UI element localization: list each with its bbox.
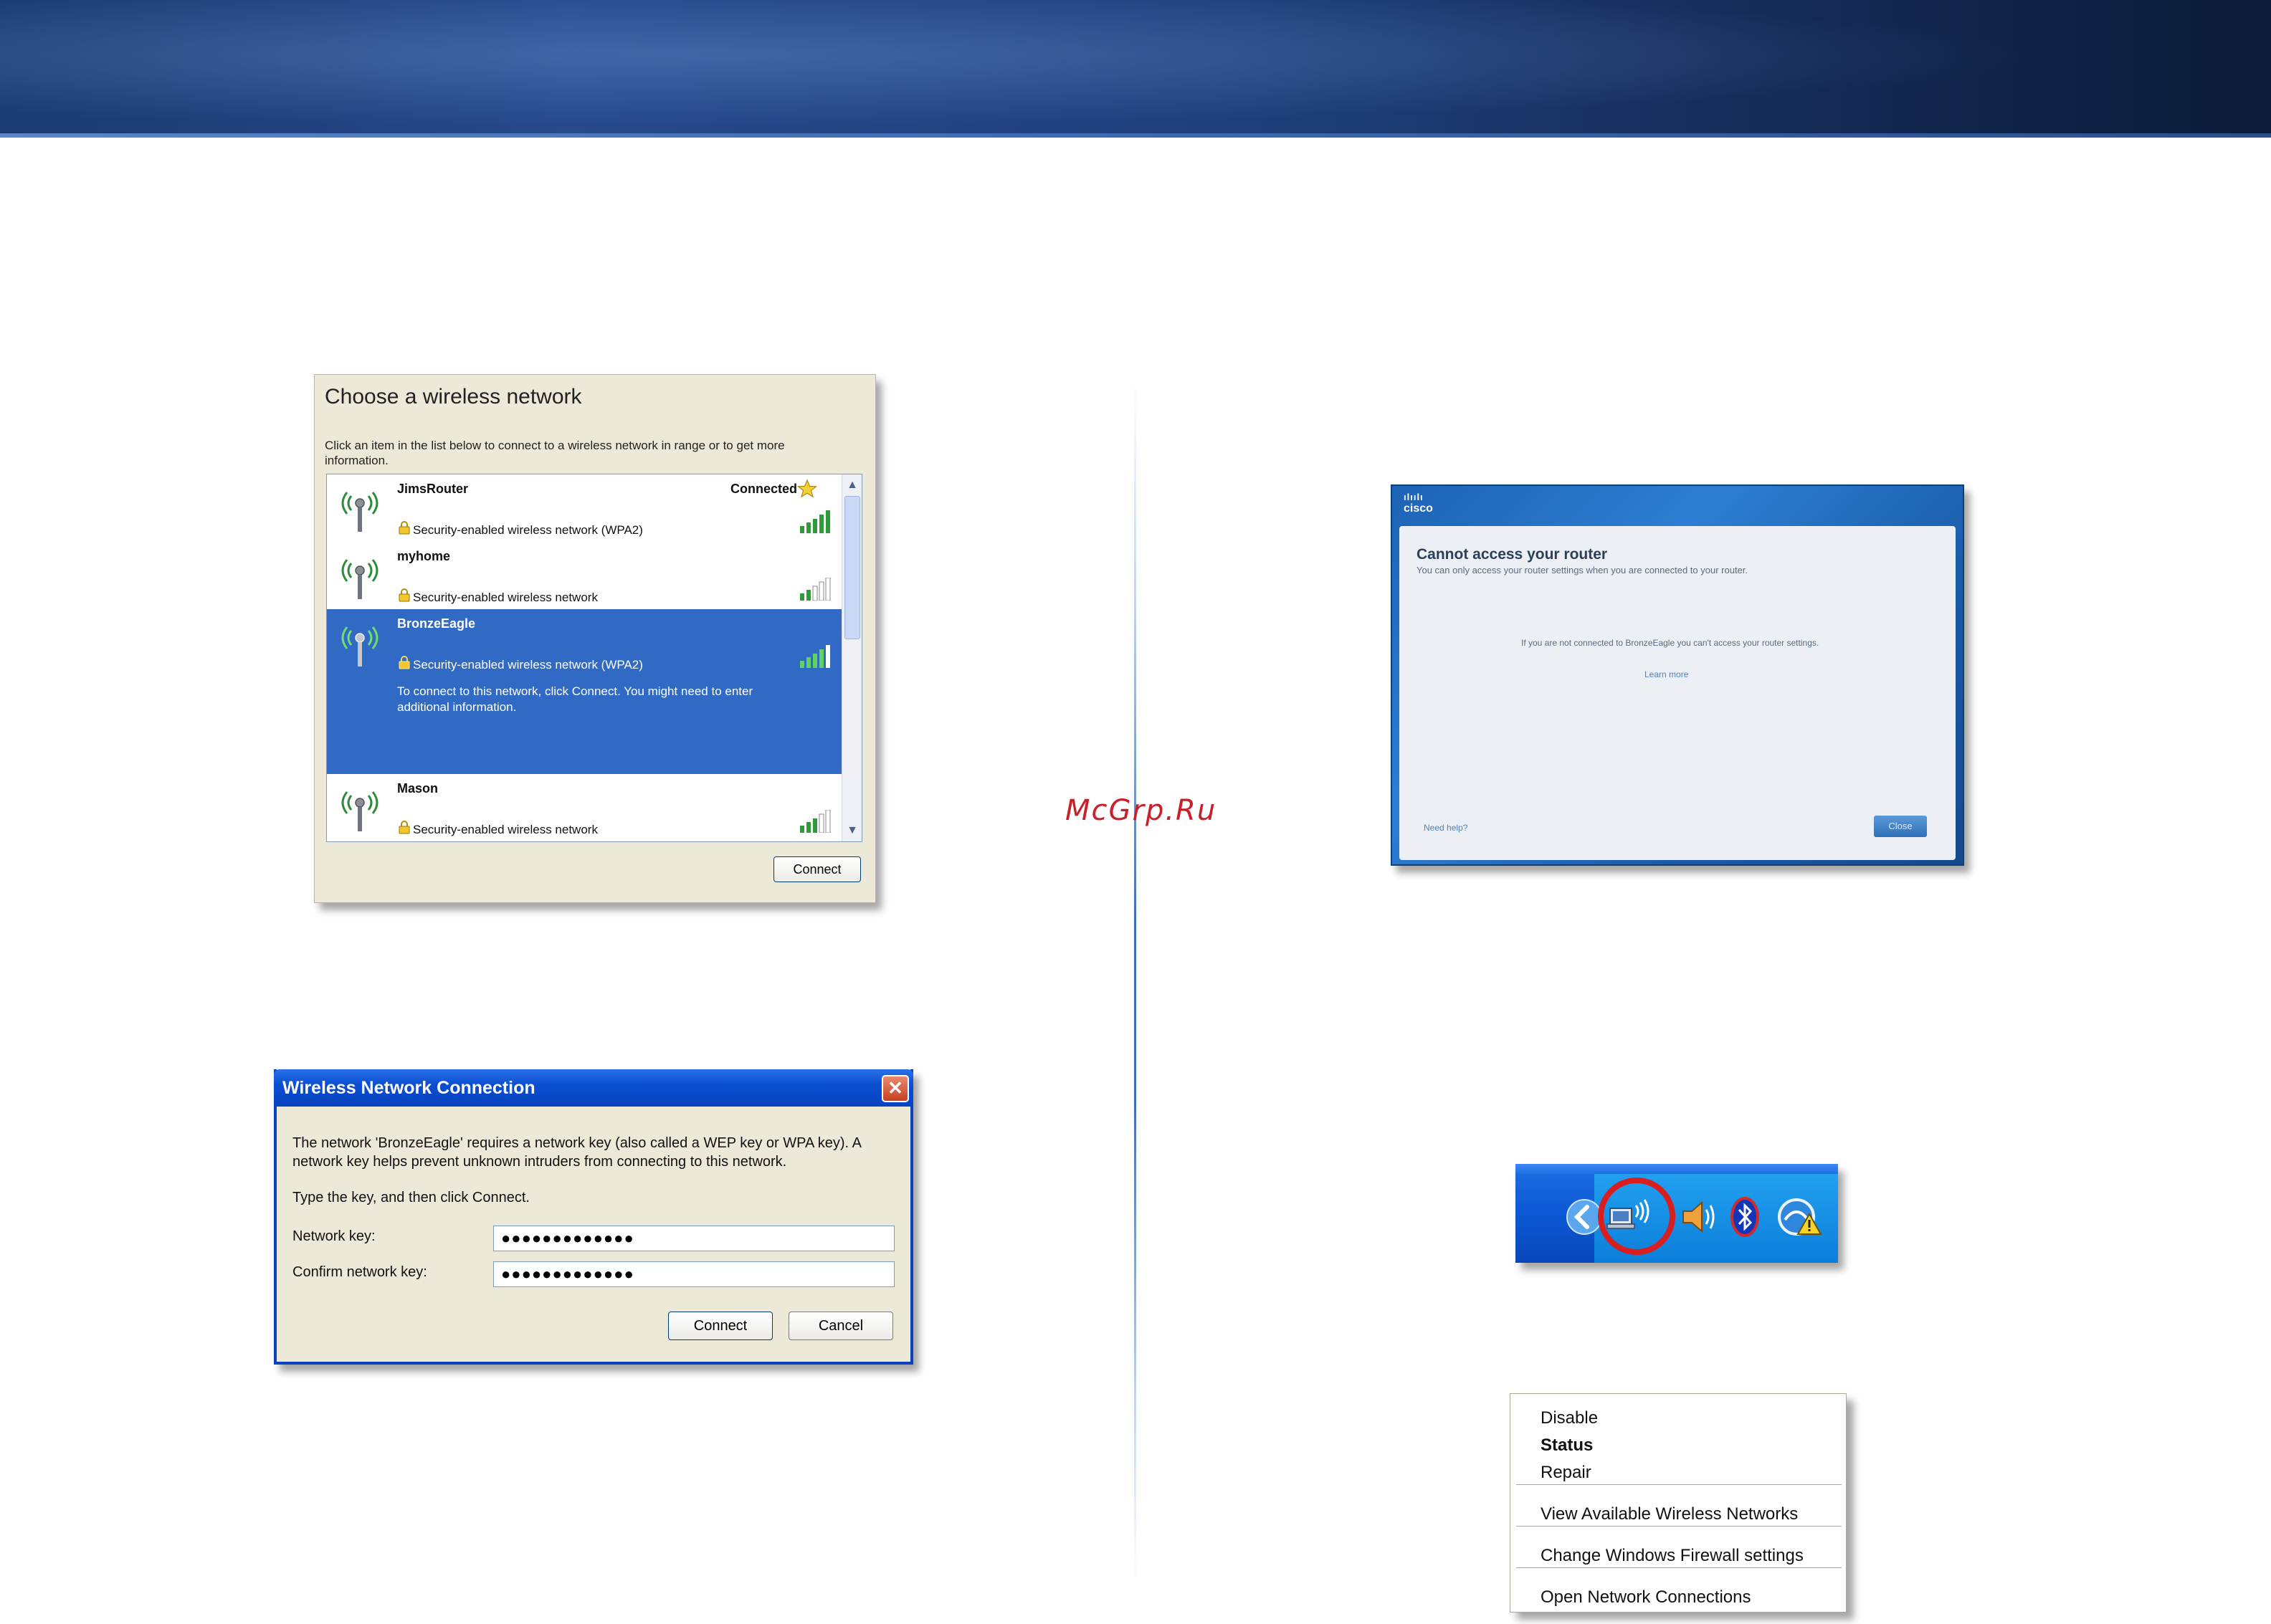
- security-label: Security-enabled wireless network: [413, 591, 598, 604]
- signal-strength-icon: [800, 645, 830, 668]
- content-panel: [1399, 526, 1956, 860]
- scroll-down-icon[interactable]: ▼: [845, 823, 860, 839]
- window-title: Choose a wireless network: [325, 385, 582, 409]
- error-heading: Cannot access your router: [1417, 546, 1608, 563]
- security-alert-icon[interactable]: [1775, 1195, 1825, 1238]
- tray-context-menu: Disable Status Repair View Available Wir…: [1510, 1393, 1847, 1613]
- network-key-input[interactable]: ●●●●●●●●●●●●●: [493, 1226, 895, 1251]
- dialog-message: The network 'BronzeEagle' requires a net…: [292, 1135, 861, 1170]
- star-icon: [797, 479, 817, 498]
- menu-separator: [1516, 1567, 1842, 1569]
- lock-icon: [399, 656, 410, 669]
- lock-icon: [399, 588, 410, 602]
- menu-item-disable[interactable]: Disable: [1541, 1408, 1598, 1428]
- menu-separator: [1516, 1484, 1842, 1486]
- menu-item-change-firewall-settings[interactable]: Change Windows Firewall settings: [1541, 1546, 1804, 1566]
- need-help-link[interactable]: Need help?: [1424, 823, 1467, 833]
- cisco-logo: ılıılı cisco: [1404, 492, 1433, 515]
- watermark: McGrp.Ru: [1065, 794, 1217, 827]
- dialog-title-bar: Wireless Network Connection ✕: [274, 1069, 913, 1107]
- signal-strength-icon: [800, 810, 831, 833]
- menu-separator: [1516, 1526, 1842, 1527]
- network-item[interactable]: Mason Security-enabled wireless network: [327, 774, 842, 841]
- network-item-selected[interactable]: BronzeEagle Security-enabled wireless ne…: [327, 609, 842, 774]
- close-button[interactable]: Close: [1874, 816, 1927, 837]
- connect-button[interactable]: Connect: [773, 856, 861, 882]
- network-item[interactable]: myhome Security-enabled wireless network: [327, 542, 842, 609]
- menu-item-repair[interactable]: Repair: [1541, 1463, 1591, 1483]
- connect-button[interactable]: Connect: [668, 1312, 773, 1340]
- column-divider: [1134, 380, 1136, 1584]
- confirm-key-input[interactable]: ●●●●●●●●●●●●●: [493, 1261, 895, 1287]
- bluetooth-icon[interactable]: [1725, 1195, 1765, 1238]
- network-name: JimsRouter: [397, 482, 469, 496]
- wireless-antenna-icon: [341, 626, 378, 667]
- cannot-access-router-window: ılıılı cisco Cannot access your router Y…: [1391, 484, 1964, 866]
- scroll-thumb[interactable]: [844, 496, 860, 639]
- cisco-logo-text: cisco: [1404, 502, 1433, 515]
- error-message: If you are not connected to BronzeEagle …: [1521, 638, 1819, 648]
- signal-strength-icon: [800, 510, 830, 533]
- tray-top-strip: [1515, 1164, 1838, 1174]
- cisco-logo-bars: ılıılı: [1404, 492, 1424, 502]
- lock-icon: [399, 521, 410, 535]
- menu-item-view-wireless-networks[interactable]: View Available Wireless Networks: [1541, 1504, 1798, 1524]
- wireless-network-connection-dialog: Wireless Network Connection ✕ The networ…: [274, 1069, 913, 1365]
- menu-item-open-network-connections[interactable]: Open Network Connections: [1541, 1587, 1751, 1608]
- highlight-circle: [1598, 1178, 1675, 1255]
- close-icon[interactable]: ✕: [882, 1075, 909, 1102]
- network-list: JimsRouter Connected Security-enabled wi…: [326, 474, 862, 842]
- lock-icon: [399, 821, 410, 834]
- window-description: Click an item in the list below to conne…: [325, 439, 785, 467]
- connect-hint: To connect to this network, click Connec…: [397, 684, 753, 714]
- network-name: BronzeEagle: [397, 616, 476, 631]
- wireless-antenna-icon: [341, 492, 378, 532]
- wireless-antenna-icon: [341, 791, 378, 831]
- learn-more-link[interactable]: Learn more: [1644, 669, 1688, 679]
- security-label: Security-enabled wireless network (WPA2): [413, 523, 643, 537]
- speaker-icon[interactable]: [1677, 1195, 1718, 1238]
- network-name: myhome: [397, 549, 451, 563]
- network-key-label: Network key:: [292, 1228, 376, 1244]
- menu-item-status[interactable]: Status: [1541, 1436, 1593, 1456]
- header-banner: [0, 0, 2271, 138]
- system-tray: [1515, 1164, 1838, 1263]
- security-label: Security-enabled wireless network: [413, 823, 598, 836]
- signal-strength-icon: [800, 578, 831, 601]
- error-subheading: You can only access your router settings…: [1417, 565, 1748, 575]
- banner-sheen: [0, 0, 2271, 138]
- dialog-title: Wireless Network Connection: [282, 1078, 535, 1098]
- cancel-button[interactable]: Cancel: [789, 1312, 893, 1340]
- dialog-instruction: Type the key, and then click Connect.: [292, 1190, 530, 1205]
- choose-wireless-network-window: Choose a wireless network Click an item …: [314, 374, 876, 903]
- confirm-key-label: Confirm network key:: [292, 1264, 427, 1280]
- scroll-up-icon[interactable]: ▲: [845, 477, 860, 493]
- network-item[interactable]: JimsRouter Connected Security-enabled wi…: [327, 474, 842, 542]
- network-name: Mason: [397, 781, 439, 796]
- security-label: Security-enabled wireless network (WPA2): [413, 658, 643, 672]
- wireless-antenna-icon: [341, 559, 378, 599]
- network-list-scrollbar[interactable]: ▲ ▼: [842, 474, 862, 841]
- connection-status: Connected: [730, 482, 797, 496]
